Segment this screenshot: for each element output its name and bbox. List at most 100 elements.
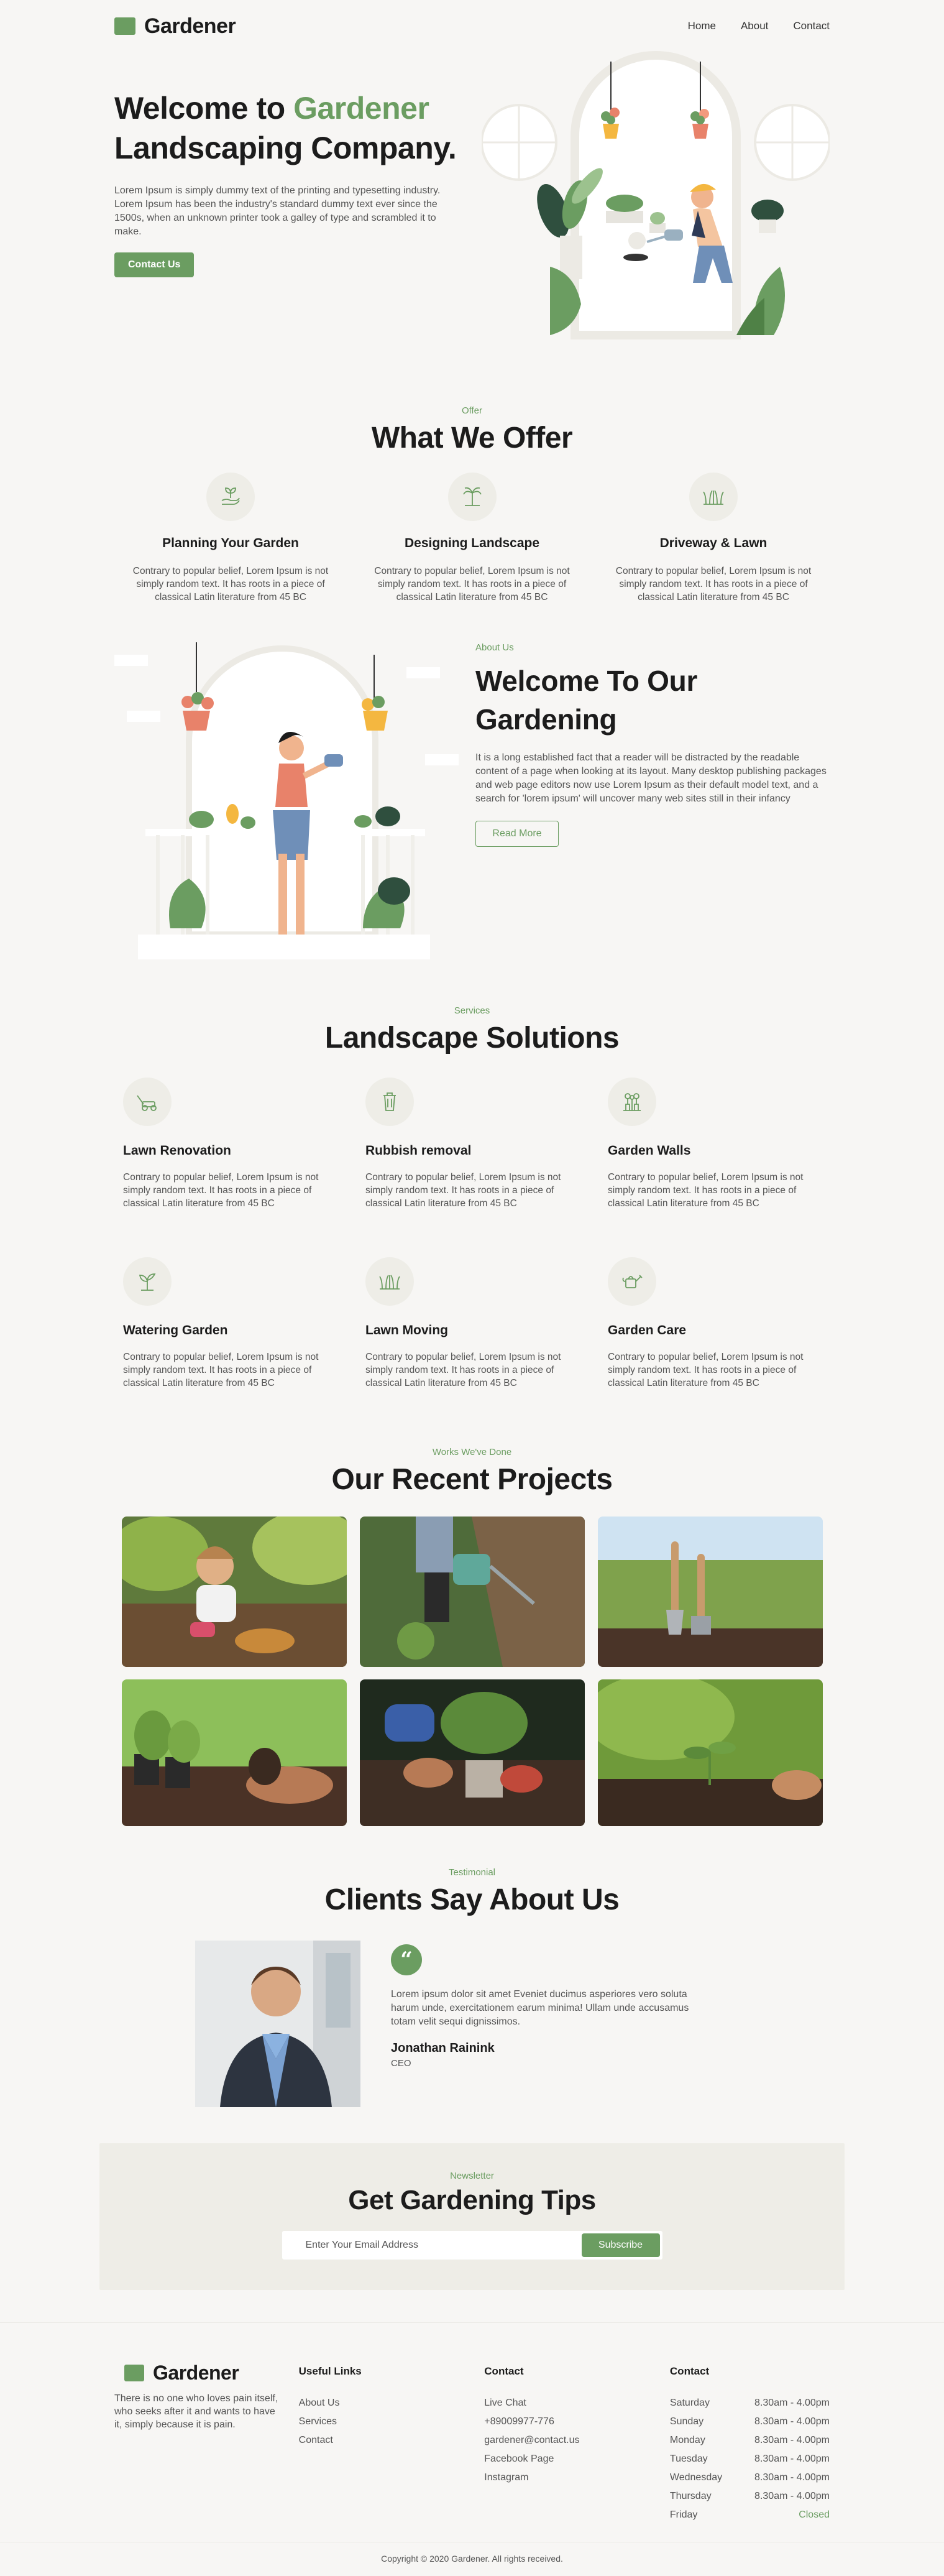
service-title: Rubbish removal (365, 1143, 472, 1158)
service-title: Watering Garden (123, 1323, 228, 1337)
services-title: Landscape Solutions (324, 1022, 620, 1055)
footer-email[interactable]: gardener@contact.us (484, 2431, 670, 2450)
hours-row: Saturday 8.30am - 4.00pm (670, 2394, 830, 2412)
hours-day: Friday (669, 2509, 698, 2520)
offer-card-title: Designing Landscape (404, 536, 540, 550)
palm-tree-icon (447, 473, 497, 521)
transplanting-photo[interactable] (359, 1679, 585, 1826)
service-card: Lawn Moving Contrary to popular belief, … (365, 1257, 583, 1390)
about-title: Welcome To Our Gardening (475, 665, 698, 736)
plant-wall-icon (608, 1078, 656, 1126)
footer-link-contact[interactable]: Contact (299, 2431, 485, 2450)
service-title: Garden Walls (608, 1143, 691, 1158)
grass-icon (689, 473, 738, 521)
hours-day: Saturday (669, 2398, 710, 2408)
projects-section: Works We've Done Our Recent Projects (114, 1447, 830, 1826)
read-more-button[interactable]: Read More (475, 821, 559, 847)
about-section: About Us Welcome To Our Gardening It is … (114, 642, 830, 966)
footer-logo[interactable]: Gardener (124, 2361, 299, 2384)
about-text: About Us Welcome To Our Gardening It is … (475, 642, 830, 966)
newsletter-title: Get Gardening Tips (348, 2185, 596, 2215)
quote-icon: “ (391, 1944, 422, 1975)
seedling-pots-photo[interactable] (121, 1679, 347, 1826)
garden-tools-photo[interactable] (597, 1517, 823, 1667)
hours-time: 8.30am - 4.00pm (754, 2491, 830, 2501)
service-text: Contrary to popular belief, Lorem Ipsum … (123, 1352, 319, 1388)
footer-links-title: Useful Links (298, 2365, 362, 2377)
site-footer: Gardener There is no one who loves pain … (0, 2322, 944, 2524)
sprout-soil-photo[interactable] (597, 1679, 823, 1826)
offer-card-text: Contrary to popular belief, Lorem Ipsum … (132, 566, 329, 602)
offer-card-text: Contrary to popular belief, Lorem Ipsum … (615, 566, 812, 602)
hero-title-line2: Landscaping Company. (114, 131, 457, 165)
newsletter-section: Newsletter Get Gardening Tips Subscribe (99, 2143, 845, 2290)
footer-instagram[interactable]: Instagram (484, 2468, 670, 2487)
service-card: Rubbish removal Contrary to popular beli… (365, 1078, 583, 1210)
footer-live-chat[interactable]: Live Chat (484, 2394, 670, 2412)
hours-row: Sunday 8.30am - 4.00pm (670, 2412, 830, 2431)
services-grid: Lawn Renovation Contrary to popular beli… (114, 1078, 830, 1390)
watering-can-icon (608, 1257, 656, 1306)
hours-row: Friday Closed (670, 2506, 830, 2524)
watering-can-photo[interactable] (359, 1517, 585, 1667)
hours-day: Tuesday (669, 2454, 708, 2464)
offer-grid: Planning Your Garden Contrary to popular… (114, 473, 830, 604)
brand-name: Gardener (144, 14, 236, 38)
hours-day: Monday (669, 2435, 705, 2445)
logo[interactable]: Gardener (114, 14, 236, 39)
hours-time: 8.30am - 4.00pm (754, 2398, 830, 2408)
hours-row: Wednesday 8.30am - 4.00pm (670, 2468, 830, 2487)
footer-link-about[interactable]: About Us (299, 2394, 485, 2412)
footer-hours-title: Contact (669, 2365, 710, 2377)
hero-description: Lorem Ipsum is simply dummy text of the … (114, 185, 441, 237)
footer-hours: Contact Saturday 8.30am - 4.00pm Sunday 8.… (670, 2361, 830, 2524)
footer-contact-title: Contact (484, 2365, 524, 2377)
copyright: Copyright © 2020 Gardener. All rights re… (0, 2542, 944, 2576)
hero-title-accent: Gardener (293, 91, 429, 126)
offer-eyebrow: Offer (461, 405, 483, 416)
hours-row: Monday 8.30am - 4.00pm (670, 2431, 830, 2450)
service-text: Contrary to popular belief, Lorem Ipsum … (123, 1172, 319, 1209)
testimonial-card: “ Lorem ipsum dolor sit amet Eveniet duc… (195, 1941, 830, 2107)
offer-section: Offer What We Offer Planning Your Garden… (114, 363, 830, 604)
subscribe-button[interactable]: Subscribe (581, 2233, 660, 2257)
offer-card-text: Contrary to popular belief, Lorem Ipsum … (374, 566, 570, 602)
nav-about[interactable]: About (741, 20, 768, 32)
offer-card-title: Planning Your Garden (162, 536, 299, 550)
hero-title: Welcome to Gardener Landscaping Company. (114, 88, 469, 168)
nav-contact[interactable]: Contact (793, 20, 830, 32)
service-card: Garden Care Contrary to popular belief, … (608, 1257, 825, 1390)
testimonial-title: Clients Say About Us (324, 1883, 620, 1916)
hours-time: 8.30am - 4.00pm (754, 2416, 830, 2427)
email-input[interactable] (305, 2240, 542, 2251)
lawn-mower-icon (123, 1078, 172, 1126)
service-text: Contrary to popular belief, Lorem Ipsum … (608, 1172, 804, 1209)
service-card: Garden Walls Contrary to popular belief,… (608, 1078, 825, 1210)
footer-facebook[interactable]: Facebook Page (484, 2450, 670, 2468)
hero-illustration (480, 43, 831, 354)
service-text: Contrary to popular belief, Lorem Ipsum … (365, 1352, 561, 1388)
projects-eyebrow: Works We've Done (432, 1447, 512, 1457)
hours-day: Wednesday (669, 2472, 723, 2483)
projects-title: Our Recent Projects (331, 1463, 613, 1496)
client-role: CEO (391, 2058, 411, 2069)
hero-text: Welcome to Gardener Landscaping Company.… (114, 88, 469, 277)
nav-home[interactable]: Home (688, 20, 716, 32)
hours-time: 8.30am - 4.00pm (754, 2454, 830, 2464)
offer-card: Driveway & Lawn Contrary to popular beli… (605, 473, 822, 604)
offer-card: Designing Landscape Contrary to popular … (364, 473, 581, 604)
testimonial-content: “ Lorem ipsum dolor sit amet Eveniet duc… (391, 1941, 714, 2107)
about-illustration (114, 642, 469, 966)
main-nav: Home About Contact (688, 20, 830, 32)
contact-us-button[interactable]: Contact Us (114, 252, 195, 277)
service-card: Watering Garden Contrary to popular beli… (123, 1257, 341, 1390)
service-title: Lawn Moving (365, 1323, 448, 1337)
footer-brand-name: Gardener (153, 2361, 239, 2384)
footer-phone[interactable]: +89009977-776 (484, 2412, 670, 2431)
grass-icon (365, 1257, 414, 1306)
hero-title-prefix: Welcome to (114, 91, 294, 126)
footer-link-services[interactable]: Services (299, 2412, 485, 2431)
hours-row: Thursday 8.30am - 4.00pm (670, 2487, 830, 2506)
child-planting-photo[interactable] (121, 1517, 347, 1667)
about-eyebrow: About Us (475, 642, 514, 653)
